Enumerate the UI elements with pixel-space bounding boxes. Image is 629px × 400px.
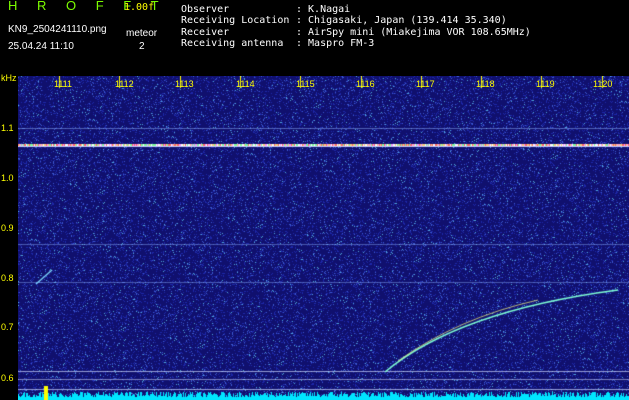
x-tick-label: 1120 xyxy=(593,79,613,89)
observer-label: Observer xyxy=(181,4,230,15)
y-tick-label: 0.6 xyxy=(1,373,14,383)
x-tick-label: 1115 xyxy=(296,79,315,89)
spectrogram-canvas xyxy=(18,76,629,400)
mode-label: meteor xyxy=(126,28,158,39)
header-panel: H R O F F T 1.00f KN9_2504241110.png met… xyxy=(0,0,629,73)
antenna-value: : Maspro FM-3 xyxy=(296,38,375,49)
x-tick-label: 1111 xyxy=(54,79,73,89)
x-tick-label: 1119 xyxy=(536,79,555,89)
filename-label: KN9_2504241110.png xyxy=(8,24,107,35)
location-label: Receiving Location xyxy=(181,15,290,26)
location-value: : Chigasaki, Japan (139.414 35.340) xyxy=(296,15,507,26)
count-label: 2 xyxy=(139,41,145,52)
y-unit-label: kHz xyxy=(1,73,17,83)
y-tick-label: 1.1 xyxy=(1,123,14,133)
x-tick-label: 1118 xyxy=(476,79,495,89)
receiver-value: : AirSpy mini (Miakejima VOR 108.65MHz) xyxy=(296,27,531,38)
y-tick-label: 1.0 xyxy=(1,173,14,183)
y-tick-label: 0.8 xyxy=(1,273,14,283)
x-tick-label: 1112 xyxy=(115,79,134,89)
x-tick-label: 1117 xyxy=(416,79,435,89)
x-tick-label: 1116 xyxy=(356,79,375,89)
x-tick-label: 1114 xyxy=(236,79,255,89)
antenna-label: Receiving antenna xyxy=(181,38,284,49)
observer-value: : K.Nagai xyxy=(296,4,351,15)
receiver-label: Receiver xyxy=(181,27,230,38)
version-label: 1.00f xyxy=(124,2,155,13)
y-axis: kHz 1.1 1.0 0.9 0.8 0.7 0.6 xyxy=(0,73,18,400)
x-tick-label: 1113 xyxy=(175,79,194,89)
y-tick-label: 0.7 xyxy=(1,322,14,332)
datetime-label: 25.04.24 11:10 xyxy=(8,41,74,52)
y-tick-label: 0.9 xyxy=(1,223,14,233)
